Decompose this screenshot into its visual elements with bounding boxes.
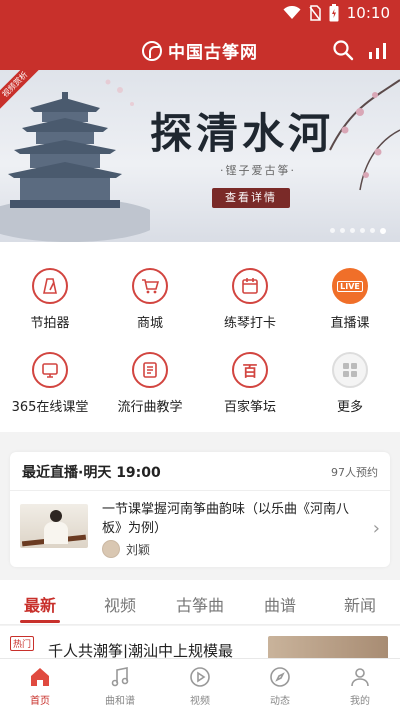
banner-dot[interactable] — [340, 228, 345, 233]
stats-icon[interactable] — [366, 39, 388, 61]
app-header: 中国古筝网 — [0, 30, 400, 70]
feed-badge: 热门 — [10, 636, 35, 651]
nav-label: 曲和谱 — [105, 696, 135, 707]
nav-music-score[interactable]: 曲和谱 — [80, 665, 160, 707]
feature-label: 节拍器 — [30, 316, 70, 331]
feature-online-classroom[interactable]: 365在线课堂 — [0, 352, 100, 432]
nav-label: 首页 — [30, 696, 50, 707]
tab-sheet-music[interactable]: 曲谱 — [240, 592, 320, 616]
content-tabs: 最新 视频 古筝曲 曲谱 新闻 — [0, 580, 400, 625]
banner-dot[interactable] — [370, 228, 375, 233]
divider — [10, 490, 390, 491]
home-icon — [0, 665, 80, 689]
brand-name: 中国古筝网 — [168, 43, 258, 63]
nav-home[interactable]: 首页 — [0, 665, 80, 707]
live-lesson-title[interactable]: 一节课掌握河南筝曲韵味（以乐曲《河南八板》为例） — [102, 500, 364, 538]
banner-dot[interactable] — [330, 228, 335, 233]
cart-icon — [132, 268, 168, 304]
feed-title[interactable]: 千人共潮筝|潮汕中上规模最 — [48, 640, 233, 658]
music-score-icon — [80, 665, 160, 689]
banner-subtitle: ·铿子爱古筝· — [220, 164, 296, 177]
nav-feed[interactable]: 动态 — [240, 665, 320, 707]
live-icon: LIVE — [332, 268, 368, 304]
status-bar: 10:10 — [0, 0, 400, 30]
tab-latest[interactable]: 最新 — [0, 592, 80, 616]
banner-cta-button[interactable]: 查看详情 — [212, 188, 290, 208]
banner-pagination[interactable] — [330, 228, 386, 234]
teacher-name: 刘颖 — [126, 542, 151, 557]
feature-label: 直播课 — [330, 316, 370, 331]
live-teacher: 刘颖 — [102, 540, 150, 558]
live-reservation-count: 97人预约 — [331, 466, 378, 479]
banner-title: 探清水河 — [150, 109, 335, 158]
bottom-navigation: 首页 曲和谱 视频 动态 我的 — [0, 658, 400, 711]
sheet-music-icon — [132, 352, 168, 388]
feature-pop-teaching[interactable]: 流行曲教学 — [100, 352, 200, 432]
feature-forum[interactable]: 百 百家筝坛 — [200, 352, 300, 432]
banner-dot-active[interactable] — [380, 228, 386, 234]
forum-icon: 百 — [232, 352, 268, 388]
promo-banner[interactable]: 视频赏析 探清水河 ·铿子爱古筝· 查看详情 — [0, 70, 400, 242]
feature-label: 百家筝坛 — [223, 400, 276, 415]
no-sim-icon — [309, 5, 321, 21]
nav-label: 动态 — [270, 696, 290, 707]
feature-grid: 节拍器 商城 练琴打卡 LIVE 直播课 365在线课堂 流行曲教学 百 百家筝… — [0, 242, 400, 432]
classroom-icon — [32, 352, 68, 388]
nav-label: 我的 — [350, 696, 370, 707]
video-play-icon — [160, 665, 240, 689]
feature-metronome[interactable]: 节拍器 — [0, 268, 100, 348]
upcoming-live-card[interactable]: 最近直播·明天 19:00 97人预约 一节课掌握河南筝曲韵味（以乐曲《河南八板… — [10, 452, 390, 567]
status-icons: 10:10 — [283, 4, 390, 22]
forum-icon-text: 百 — [242, 361, 258, 380]
live-thumbnail[interactable] — [20, 504, 88, 548]
tab-active-indicator — [20, 620, 60, 623]
profile-icon — [320, 665, 400, 689]
brand-logo-icon — [142, 40, 162, 61]
nav-label: 视频 — [190, 696, 210, 707]
search-icon[interactable] — [332, 39, 354, 61]
avatar — [102, 540, 120, 558]
feature-label: 更多 — [336, 400, 363, 415]
banner-dot[interactable] — [360, 228, 365, 233]
feed-item[interactable]: 热门 千人共潮筝|潮汕中上规模最 — [0, 626, 400, 658]
pagoda-illustration-icon — [0, 79, 150, 242]
compass-icon — [240, 665, 320, 689]
feature-shop[interactable]: 商城 — [100, 268, 200, 348]
status-time: 10:10 — [346, 4, 390, 22]
feature-label: 商城 — [136, 316, 163, 331]
chevron-right-icon[interactable]: › — [373, 518, 380, 539]
tab-news[interactable]: 新闻 — [320, 592, 400, 616]
metronome-icon — [32, 268, 68, 304]
feature-practice-checkin[interactable]: 练琴打卡 — [200, 268, 300, 348]
battery-icon — [329, 4, 339, 22]
feature-label: 练琴打卡 — [223, 316, 276, 331]
nav-profile[interactable]: 我的 — [320, 665, 400, 707]
banner-dot[interactable] — [350, 228, 355, 233]
more-grid-icon — [332, 352, 368, 388]
feature-label: 365在线课堂 — [11, 400, 89, 415]
live-heading: 最近直播·明天 19:00 — [22, 465, 161, 481]
feature-live-course[interactable]: LIVE 直播课 — [300, 268, 400, 348]
nav-video[interactable]: 视频 — [160, 665, 240, 707]
wifi-icon — [283, 6, 301, 19]
feature-more[interactable]: 更多 — [300, 352, 400, 432]
feed-thumbnail[interactable] — [268, 636, 388, 658]
tab-guzheng-music[interactable]: 古筝曲 — [160, 592, 240, 616]
live-icon-text: LIVE — [337, 280, 363, 292]
feature-label: 流行曲教学 — [117, 400, 183, 415]
calendar-icon — [232, 268, 268, 304]
tab-video[interactable]: 视频 — [80, 592, 160, 616]
